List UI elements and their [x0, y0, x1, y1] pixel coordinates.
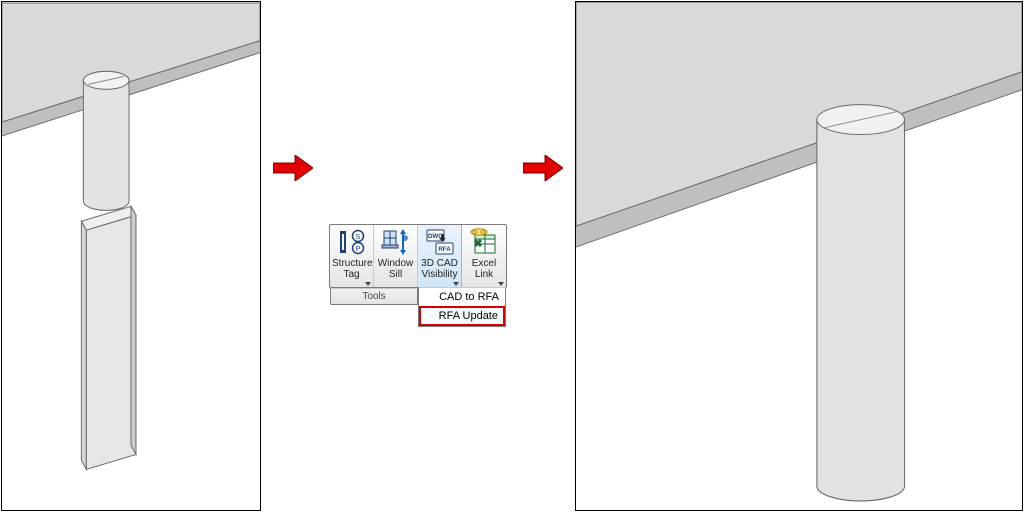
structure-tag-icon: S P	[336, 227, 368, 257]
structure-tag-button[interactable]: S P Structure Tag	[330, 225, 374, 287]
before-3d-scene	[2, 2, 260, 510]
ribbon-label: Excel Link	[464, 258, 504, 280]
ribbon-label: Structure Tag	[332, 258, 371, 280]
before-view	[1, 1, 261, 511]
excel-link-icon	[468, 227, 500, 257]
cad-visibility-menu: CAD to RFA RFA Update	[418, 287, 506, 327]
svg-text:P: P	[355, 246, 360, 253]
chevron-down-icon	[498, 282, 504, 286]
ribbon-label: 3D CAD Visibility	[420, 258, 459, 280]
after-3d-scene	[576, 2, 1022, 510]
window-sill-icon	[380, 227, 412, 257]
arrow-icon	[523, 155, 563, 181]
arrow-icon	[273, 155, 313, 181]
comparison-figure: S P Structure Tag	[0, 0, 1024, 512]
after-view	[575, 1, 1023, 511]
ribbon-label: Window Sill	[376, 258, 415, 280]
svg-text:RFA: RFA	[438, 246, 451, 253]
window-sill-button[interactable]: Window Sill	[374, 225, 418, 287]
ribbon-panel-title: Tools	[330, 288, 418, 305]
dwg-rfa-icon: DWG RFA	[424, 227, 456, 257]
menu-cad-to-rfa[interactable]: CAD to RFA	[419, 288, 505, 306]
middle-explainer: S P Structure Tag	[261, 0, 575, 512]
chevron-down-icon	[365, 282, 371, 286]
svg-text:S: S	[355, 234, 360, 241]
menu-rfa-update[interactable]: RFA Update	[419, 306, 505, 326]
excel-link-button[interactable]: Excel Link	[462, 225, 506, 287]
chevron-down-icon	[453, 282, 459, 286]
3d-cad-visibility-button[interactable]: DWG RFA 3D CAD Visibility	[418, 225, 462, 287]
ribbon-panel: S P Structure Tag	[329, 224, 507, 288]
